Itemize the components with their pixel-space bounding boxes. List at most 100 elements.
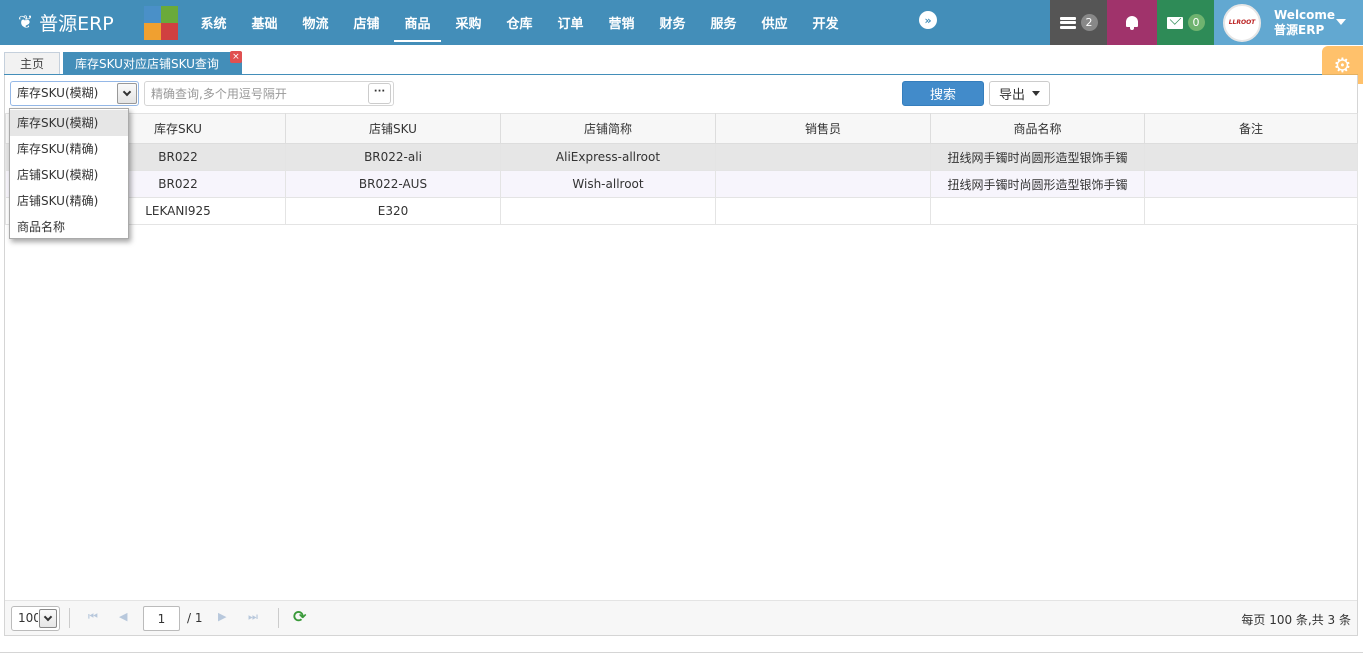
pagination-bar: 100 ⏮ ◀ / 1 ▶ ⏭ ⟳ 每页 100 条,共 3 条 (5, 600, 1357, 635)
export-label: 导出 (998, 88, 1025, 103)
grid-header-row: 库存SKU 店铺SKU 店铺简称 销售员 商品名称 备注 (5, 113, 1358, 144)
pager-separator (69, 608, 70, 628)
table-cell (930, 197, 1145, 225)
nav-item-finance[interactable]: 财务 (647, 0, 698, 45)
avatar: LLROOT (1223, 3, 1261, 42)
tab-home[interactable]: 主页 (4, 52, 60, 74)
top-navbar: ❦ 普源ERP 系统 基础 物流 店铺 商品 采购 仓库 订单 营销 财务 服务… (0, 0, 1363, 45)
gear-icon: ⚙ (1333, 53, 1352, 77)
user-welcome: Welcome 普源ERP (1274, 8, 1335, 38)
nav-item-service[interactable]: 服务 (698, 0, 749, 45)
table-row[interactable]: BR022 BR022-ali AliExpress-allroot 扭线网手镯… (5, 143, 1358, 171)
tile-orange (144, 23, 161, 40)
select-dropdown-button[interactable] (117, 83, 137, 104)
caret-down-icon (1032, 91, 1040, 96)
envelope-icon (1166, 16, 1183, 29)
table-row[interactable]: LEKANI925 E320 (5, 197, 1358, 225)
table-row[interactable]: BR022 BR022-AUS Wish-allroot 扭线网手镯时尚圆形造型… (5, 170, 1358, 198)
nav-item-warehouse[interactable]: 仓库 (494, 0, 545, 45)
table-cell (715, 143, 931, 171)
table-cell: Wish-allroot (500, 170, 716, 198)
nav-item-order[interactable]: 订单 (545, 0, 596, 45)
option-product-name[interactable]: 商品名称 (10, 214, 128, 240)
column-header-shop-sku[interactable]: 店铺SKU (285, 113, 501, 144)
table-cell: AliExpress-allroot (500, 143, 716, 171)
nav-item-supply[interactable]: 供应 (749, 0, 800, 45)
sku-grid: 库存SKU 店铺SKU 店铺简称 销售员 商品名称 备注 BR022 BR022… (5, 113, 1358, 225)
next-page-icon[interactable]: ▶ (218, 610, 226, 623)
tile-red (161, 23, 178, 40)
page-tabs: 主页 库存SKU对应店铺SKU查询 × (4, 51, 245, 74)
chevron-down-icon (122, 87, 132, 97)
table-cell: E320 (285, 197, 501, 225)
nav-item-purchase[interactable]: 采购 (443, 0, 494, 45)
table-cell: BR022-ali (285, 143, 501, 171)
double-chevron-right-icon[interactable]: » (919, 11, 937, 29)
app-title: 普源ERP (39, 13, 114, 35)
search-button[interactable]: 搜索 (902, 81, 984, 106)
search-input[interactable] (144, 81, 394, 106)
nav-item-basic[interactable]: 基础 (239, 0, 290, 45)
page-size-value: 100 (18, 611, 38, 625)
apps-grid-icon[interactable] (144, 6, 178, 40)
page-size-select[interactable]: 100 (11, 606, 60, 631)
close-icon[interactable]: × (229, 51, 242, 63)
table-cell (715, 197, 931, 225)
table-cell (1144, 170, 1358, 198)
leaf-icon: ❦ (18, 12, 34, 33)
option-stock-sku-fuzzy[interactable]: 库存SKU(模糊) (10, 110, 128, 136)
app-logo[interactable]: ❦ 普源ERP (18, 0, 114, 45)
pager-separator (278, 608, 279, 628)
column-header-remark[interactable]: 备注 (1144, 113, 1358, 144)
tile-blue (144, 6, 161, 23)
option-stock-sku-exact[interactable]: 库存SKU(精确) (10, 136, 128, 162)
tasks-badge: 2 (1080, 14, 1098, 31)
nav-item-marketing[interactable]: 营销 (596, 0, 647, 45)
user-name: 普源ERP (1274, 22, 1325, 37)
column-header-product-name[interactable]: 商品名称 (930, 113, 1145, 144)
messages-badge: 0 (1187, 14, 1205, 31)
column-header-salesperson[interactable]: 销售员 (715, 113, 931, 144)
nav-item-develop[interactable]: 开发 (800, 0, 851, 45)
more-options-button[interactable]: ··· (368, 83, 391, 104)
table-cell (715, 170, 931, 198)
current-page-input[interactable] (143, 606, 180, 631)
table-cell: 扭线网手镯时尚圆形造型银饰手镯 (930, 143, 1145, 171)
table-cell (1144, 143, 1358, 171)
table-cell (1144, 197, 1358, 225)
tasks-button[interactable]: 2 (1050, 0, 1107, 45)
search-field-select[interactable]: 库存SKU(模糊) (10, 81, 139, 106)
caret-down-icon (1336, 19, 1346, 25)
table-cell: BR022-AUS (285, 170, 501, 198)
tab-sku-query-label: 库存SKU对应店铺SKU查询 (75, 57, 219, 71)
search-field-options: 库存SKU(模糊) 库存SKU(精确) 店铺SKU(模糊) 店铺SKU(精确) … (9, 108, 129, 239)
total-pages: / 1 (187, 611, 203, 625)
notifications-button[interactable] (1107, 0, 1157, 45)
search-toolbar: 库存SKU(模糊) ··· 搜索 导出 (5, 75, 1357, 111)
nav-item-product[interactable]: 商品 (392, 0, 443, 45)
nav-item-logistics[interactable]: 物流 (290, 0, 341, 45)
option-shop-sku-fuzzy[interactable]: 店铺SKU(模糊) (10, 162, 128, 188)
option-shop-sku-exact[interactable]: 店铺SKU(精确) (10, 188, 128, 214)
welcome-text: Welcome (1274, 7, 1336, 22)
user-menu[interactable]: LLROOT Welcome 普源ERP (1214, 0, 1363, 45)
tab-sku-query[interactable]: 库存SKU对应店铺SKU查询 × (63, 51, 242, 74)
table-cell (500, 197, 716, 225)
chevron-down-icon (43, 612, 53, 622)
export-button[interactable]: 导出 (989, 81, 1050, 106)
refresh-icon[interactable]: ⟳ (293, 609, 306, 625)
last-page-icon[interactable]: ⏭ (248, 610, 258, 624)
first-page-icon[interactable]: ⏮ (88, 610, 98, 624)
tasks-icon (1059, 16, 1076, 29)
pager-info: 每页 100 条,共 3 条 (1241, 613, 1351, 627)
messages-button[interactable]: 0 (1157, 0, 1214, 45)
search-field-selected: 库存SKU(模糊) (17, 86, 99, 100)
column-header-shop-name[interactable]: 店铺简称 (500, 113, 716, 144)
main-panel: 库存SKU(模糊) ··· 搜索 导出 库存SKU 店铺SKU 店铺简称 销售员… (4, 75, 1358, 636)
nav-item-shop[interactable]: 店铺 (341, 0, 392, 45)
page-size-dropdown-button[interactable] (39, 609, 57, 628)
prev-page-icon[interactable]: ◀ (119, 610, 127, 623)
bell-icon (1124, 15, 1140, 31)
nav-item-system[interactable]: 系统 (188, 0, 239, 45)
tile-green (161, 6, 178, 23)
